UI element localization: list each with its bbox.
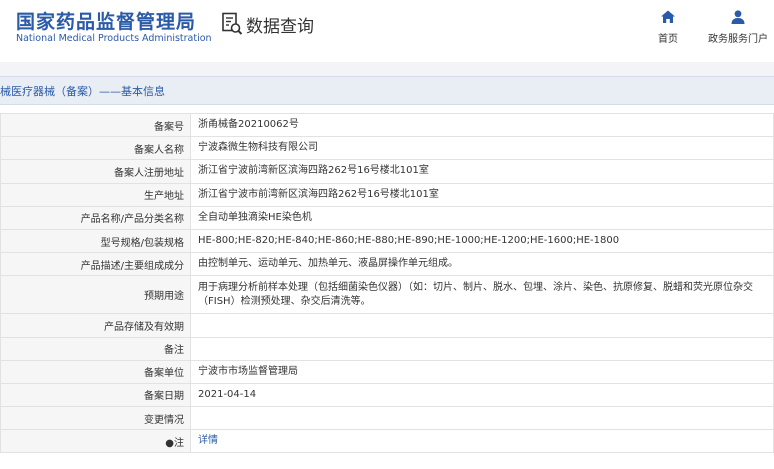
row-value: 详情 xyxy=(190,429,774,454)
site-header: 国家药品监督管理局 National Medical Products Admi… xyxy=(0,0,774,62)
table-row: 预期用途 用于病理分析前样本处理（包括细菌染色仪器）（如：切片、制片、脱水、包埋、… xyxy=(0,275,774,315)
row-label: 备案单位 xyxy=(0,359,191,384)
table-row: 备案单位 宁波市市场监督管理局 xyxy=(0,359,774,384)
row-label: 备案人名称 xyxy=(0,136,191,161)
row-label: 产品描述/主要组成成分 xyxy=(0,252,191,277)
table-row: 备案日期 2021-04-14 xyxy=(0,382,774,408)
table-row: ●注 详情 xyxy=(0,429,774,454)
logo-title-cn[interactable]: 国家药品监督管理局 xyxy=(16,7,196,34)
user-icon xyxy=(731,10,745,24)
row-label: 变更情况 xyxy=(0,406,191,431)
table-row: 备案人注册地址 浙江省宁波前湾新区滨海四路262号16号楼北101室 xyxy=(0,159,774,184)
table-row: 型号规格/包装规格 HE-800;HE-820;HE-840;HE-860;HE-… xyxy=(0,228,774,254)
row-value: HE-800;HE-820;HE-840;HE-860;HE-880;HE-89… xyxy=(190,228,774,254)
row-value: 宁波森微生物科技有限公司 xyxy=(190,136,774,161)
row-value: 2021-04-14 xyxy=(190,382,774,408)
table-row: 产品名称/产品分类名称 全自动单独滴染HE染色机 xyxy=(0,205,774,230)
row-label: 备案人注册地址 xyxy=(0,159,191,184)
row-value xyxy=(190,336,774,361)
row-label: 备注 xyxy=(0,336,191,361)
nav-service-portal-link[interactable]: 政务服务门户 xyxy=(705,8,771,48)
details-link[interactable]: 详情 xyxy=(198,435,218,446)
section-title: 械医疗器械（备案）——基本信息 xyxy=(0,85,165,98)
row-value: 全自动单独滴染HE染色机 xyxy=(190,205,774,230)
row-value xyxy=(190,313,774,338)
row-value xyxy=(190,406,774,431)
row-label: 预期用途 xyxy=(0,275,191,315)
home-icon xyxy=(661,10,675,23)
row-label: 备案日期 xyxy=(0,382,191,408)
row-label: 备案号 xyxy=(0,112,191,138)
nav-home-link[interactable]: 首页 xyxy=(650,8,686,48)
row-value: 由控制单元、运动单元、加热单元、液晶屏操作单元组成。 xyxy=(190,252,774,277)
detail-table-body: 备案号 浙甬械备20210062号 备案人名称 宁波森微生物科技有限公司 备案人注册地址… xyxy=(0,112,774,454)
table-row: 备案人名称 宁波森微生物科技有限公司 xyxy=(0,136,774,161)
row-value: 用于病理分析前样本处理（包括细菌染色仪器）（如：切片、制片、脱水、包埋、涂片、染… xyxy=(190,275,774,315)
table-row: 备注 xyxy=(0,336,774,361)
logo-title-en[interactable]: National Medical Products Administration xyxy=(16,33,212,44)
data-query-label: 数据查询 xyxy=(246,16,314,37)
row-label: 型号规格/包装规格 xyxy=(0,228,191,254)
row-label: 生产地址 xyxy=(0,182,191,207)
nav-service-portal-label: 政务服务门户 xyxy=(708,34,768,45)
row-value: 浙甬械备20210062号 xyxy=(190,112,774,138)
row-label: 产品存储及有效期 xyxy=(0,313,191,338)
row-value: 宁波市市场监督管理局 xyxy=(190,359,774,384)
header-band xyxy=(0,62,774,76)
detail-table: 备案号 浙甬械备20210062号 备案人名称 宁波森微生物科技有限公司 备案人注册地址… xyxy=(0,112,774,454)
table-row: 产品描述/主要组成成分 由控制单元、运动单元、加热单元、液晶屏操作单元组成。 xyxy=(0,252,774,277)
table-row: 生产地址 浙江省宁波市前湾新区滨海四路262号16号楼北101室 xyxy=(0,182,774,207)
table-row: 产品存储及有效期 xyxy=(0,313,774,338)
row-value: 浙江省宁波前湾新区滨海四路262号16号楼北101室 xyxy=(190,159,774,184)
row-value: 浙江省宁波市前湾新区滨海四路262号16号楼北101室 xyxy=(190,182,774,207)
document-search-icon xyxy=(222,12,243,35)
nav-home-label: 首页 xyxy=(658,34,678,45)
table-row: 变更情况 xyxy=(0,406,774,431)
row-label: ●注 xyxy=(0,429,191,454)
table-row: 备案号 浙甬械备20210062号 xyxy=(0,112,774,138)
data-query-title: 数据查询 xyxy=(221,11,314,37)
section-header: 械医疗器械（备案）——基本信息 xyxy=(0,76,774,105)
row-label: 产品名称/产品分类名称 xyxy=(0,205,191,230)
